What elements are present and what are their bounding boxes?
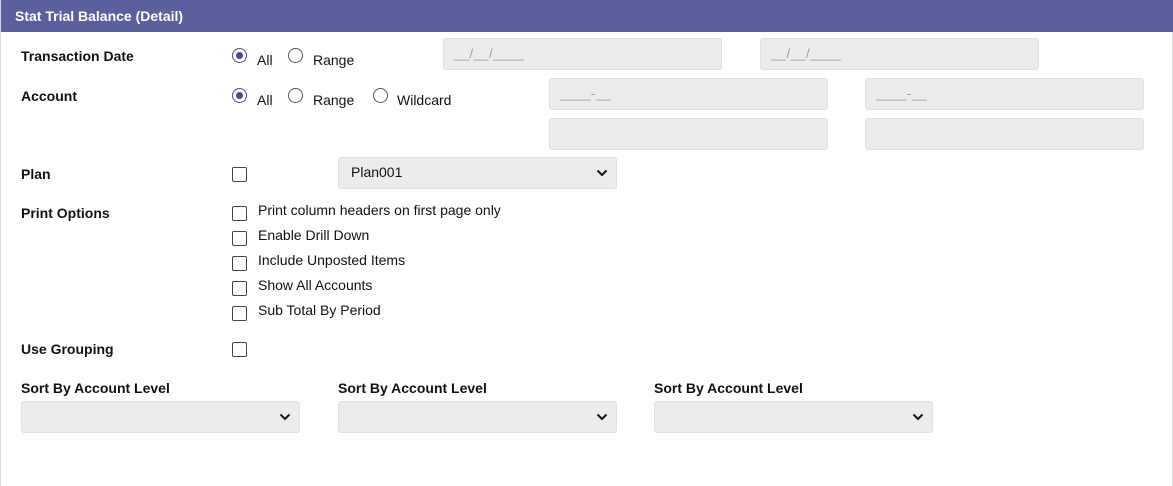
transaction-date-range-radio[interactable]: [288, 48, 303, 63]
account-range-label[interactable]: Range: [313, 92, 354, 108]
transaction-date-label: Transaction Date: [21, 48, 134, 64]
print-headers-first-page-label[interactable]: Print column headers on first page only: [258, 202, 501, 218]
chevron-down-icon: [596, 169, 608, 177]
account-wildcard-from-input[interactable]: [549, 118, 828, 150]
print-headers-first-page-checkbox[interactable]: [232, 206, 247, 221]
plan-checkbox[interactable]: [232, 167, 247, 182]
account-all-radio[interactable]: [232, 88, 247, 103]
use-grouping-label: Use Grouping: [21, 341, 114, 357]
sort-level-1-label: Sort By Account Level: [21, 380, 170, 396]
account-wildcard-to-input[interactable]: [865, 118, 1144, 150]
enable-drill-down-checkbox[interactable]: [232, 231, 247, 246]
account-from-input[interactable]: ____-__: [549, 78, 828, 110]
transaction-date-all-label[interactable]: All: [257, 52, 273, 68]
transaction-date-all-radio[interactable]: [232, 48, 247, 63]
account-to-input[interactable]: ____-__: [865, 78, 1144, 110]
use-grouping-checkbox[interactable]: [232, 342, 247, 357]
sub-total-by-period-checkbox[interactable]: [232, 306, 247, 321]
plan-select-value: Plan001: [351, 164, 403, 180]
sort-level-3-select[interactable]: [654, 401, 933, 433]
plan-select[interactable]: Plan001: [338, 157, 617, 189]
chevron-down-icon: [912, 413, 924, 421]
transaction-date-from-input[interactable]: __/__/____: [443, 38, 722, 70]
sort-level-2-select[interactable]: [338, 401, 617, 433]
enable-drill-down-label[interactable]: Enable Drill Down: [258, 227, 369, 243]
show-all-accounts-checkbox[interactable]: [232, 281, 247, 296]
sub-total-by-period-label[interactable]: Sub Total By Period: [258, 302, 381, 318]
include-unposted-items-label[interactable]: Include Unposted Items: [258, 252, 405, 268]
sort-level-3-label: Sort By Account Level: [654, 380, 803, 396]
include-unposted-items-checkbox[interactable]: [232, 256, 247, 271]
chevron-down-icon: [596, 413, 608, 421]
plan-label: Plan: [21, 166, 51, 182]
transaction-date-range-label[interactable]: Range: [313, 52, 354, 68]
show-all-accounts-label[interactable]: Show All Accounts: [258, 277, 372, 293]
account-wildcard-radio[interactable]: [373, 88, 388, 103]
account-range-radio[interactable]: [288, 88, 303, 103]
account-all-label[interactable]: All: [257, 92, 273, 108]
account-wildcard-label[interactable]: Wildcard: [397, 92, 451, 108]
account-label: Account: [21, 88, 77, 104]
sort-level-1-select[interactable]: [21, 401, 300, 433]
transaction-date-to-input[interactable]: __/__/____: [760, 38, 1039, 70]
report-form: Stat Trial Balance (Detail) Transaction …: [0, 0, 1173, 486]
print-options-label: Print Options: [21, 205, 110, 221]
chevron-down-icon: [279, 413, 291, 421]
sort-level-2-label: Sort By Account Level: [338, 380, 487, 396]
page-title: Stat Trial Balance (Detail): [1, 0, 1173, 32]
